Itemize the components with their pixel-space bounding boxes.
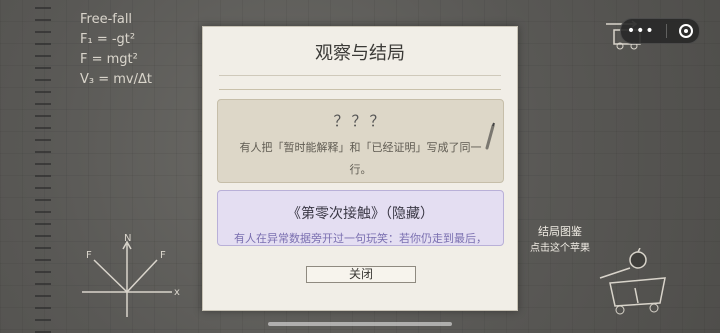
- gallery-hint-text: 点击这个苹果: [530, 243, 590, 254]
- force-vector-sketch: F F N x: [82, 233, 180, 317]
- close-button[interactable]: 关闭: [306, 266, 416, 283]
- home-indicator: [268, 322, 452, 326]
- ending-title: 《第零次接触》（隐藏）: [287, 206, 434, 222]
- more-options-icon[interactable]: •••: [627, 23, 655, 39]
- svg-text:x: x: [174, 287, 180, 298]
- modal-title: 观察与结局: [315, 43, 405, 64]
- divider: [219, 75, 501, 76]
- svg-text:F: F: [86, 250, 92, 261]
- ending-description: 有人把「暂时能解释」和「已经证明」写成了同一行。: [239, 141, 482, 176]
- svg-text:N: N: [124, 233, 131, 244]
- formula-line: Free-fall: [80, 12, 133, 27]
- capsule-divider: [666, 24, 668, 38]
- endings-modal: 观察与结局 ？？？ 有人把「暂时能解释」和「已经证明」写成了同一行。 《第零次接…: [202, 26, 518, 311]
- ending-description: 有人在异常数据旁开过一句玩笑：若你仍走到最后，: [234, 232, 487, 245]
- miniprogram-capsule: •••: [620, 18, 700, 44]
- gallery-title: 结局图鉴: [538, 225, 582, 238]
- divider: [219, 89, 501, 90]
- formula-line: F₁ = -gt²: [80, 32, 136, 47]
- close-miniprogram-icon[interactable]: [679, 24, 694, 38]
- ending-card-locked[interactable]: ？？？ 有人把「暂时能解释」和「已经证明」写成了同一行。: [217, 99, 504, 183]
- ending-card-hidden[interactable]: 《第零次接触》（隐藏） 有人在异常数据旁开过一句玩笑：若你仍走到最后，: [217, 190, 504, 246]
- ending-gallery-hint[interactable]: 结局图鉴 点击这个苹果: [530, 223, 590, 257]
- physics-formula-sketch: Free-fall F₁ = -gt² F = mgt² V₃ = mv/Δt: [80, 10, 200, 90]
- ending-title: ？？？: [333, 112, 388, 130]
- svg-text:F: F: [160, 250, 166, 261]
- formula-line: F = mgt²: [80, 52, 138, 67]
- formula-line: V₃ = mv/Δt: [80, 72, 152, 87]
- notebook-spiral-binding: [35, 0, 51, 333]
- cart-with-apple-sketch: [599, 248, 666, 315]
- pencil-icon: [485, 122, 495, 150]
